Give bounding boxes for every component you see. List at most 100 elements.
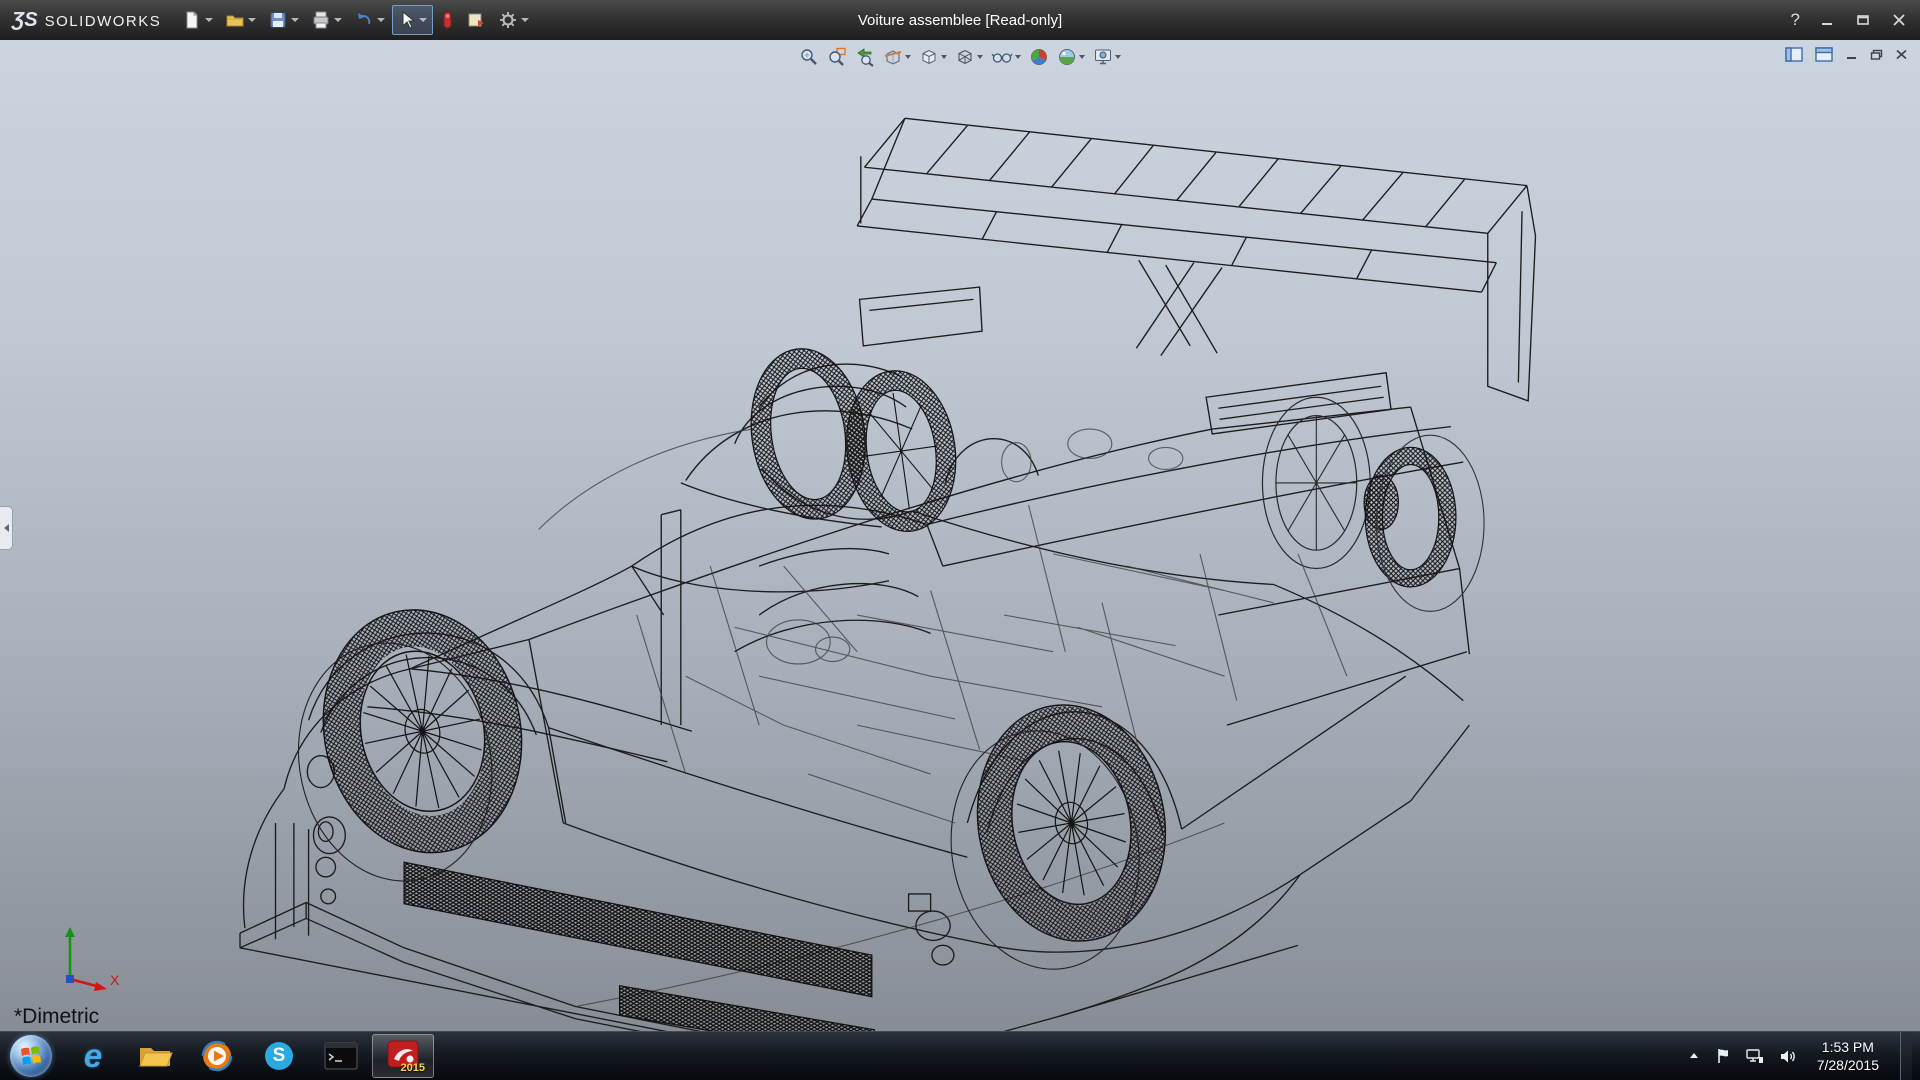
select-cursor-button[interactable] [392, 5, 433, 35]
edit-appearance-button[interactable] [1027, 45, 1051, 69]
chevron-down-icon [1015, 55, 1021, 59]
open-folder-icon [225, 10, 245, 30]
edit-appearance-icon [1029, 47, 1049, 67]
taskbar-item-internet-explorer[interactable]: e [62, 1032, 124, 1080]
chevron-down-icon [419, 18, 427, 22]
show-hidden-icons-button[interactable] [1687, 1050, 1701, 1062]
title-bar: ƷS SOLIDWORKS [0, 0, 1920, 40]
triad-x-label: X [110, 972, 120, 988]
undo-icon [354, 10, 374, 30]
chevron-down-icon [941, 55, 947, 59]
options-button[interactable] [493, 5, 534, 35]
chevron-down-icon [334, 18, 342, 22]
save-icon [268, 10, 288, 30]
title-right-controls: ? [1791, 10, 1920, 30]
network-icon[interactable] [1746, 1049, 1764, 1064]
view-orientation-button[interactable] [917, 45, 949, 69]
section-view-button[interactable] [881, 45, 913, 69]
rebuild-button[interactable] [435, 5, 459, 35]
view-orientation-cube-icon [919, 47, 939, 67]
minimize-button[interactable] [1820, 14, 1834, 26]
chevron-down-icon [905, 55, 911, 59]
chevron-down-icon [1115, 55, 1121, 59]
close-button[interactable] [1892, 14, 1906, 26]
windows-flag-icon [20, 1045, 42, 1067]
show-display-pane-icon[interactable] [1815, 47, 1833, 62]
open-button[interactable] [220, 5, 261, 35]
dassault-logo-icon: ƷS [12, 9, 38, 32]
file-properties-icon [466, 10, 486, 30]
clock-time: 1:53 PM [1822, 1038, 1874, 1056]
previous-view-button[interactable] [853, 45, 877, 69]
previous-view-icon [855, 47, 875, 67]
skype-s-glyph: S [273, 1045, 286, 1067]
select-cursor-icon [398, 10, 416, 30]
options-gear-icon [498, 10, 518, 30]
solidworks-window: ƷS SOLIDWORKS [0, 0, 1920, 1080]
solidworks-brand: ƷS SOLIDWORKS [0, 9, 177, 32]
help-button[interactable]: ? [1791, 10, 1800, 30]
new-document-icon [182, 10, 202, 30]
solidworks-version-badge: 2015 [401, 1062, 425, 1074]
apply-scene-button[interactable] [1055, 45, 1087, 69]
wireframe-race-car-model[interactable] [0, 40, 1920, 1031]
taskbar-clock[interactable]: 1:53 PM 7/28/2015 [1811, 1038, 1885, 1074]
show-feature-pane-icon[interactable] [1785, 47, 1803, 62]
view-orientation-label: *Dimetric [14, 1005, 99, 1029]
view-settings-icon [1093, 47, 1113, 67]
view-settings-button[interactable] [1091, 45, 1123, 69]
window-controls [1820, 14, 1906, 26]
chevron-down-icon [377, 18, 385, 22]
chevron-down-icon [1079, 55, 1085, 59]
taskbar-item-skype[interactable]: S [248, 1032, 310, 1080]
volume-icon[interactable] [1779, 1049, 1796, 1064]
action-center-flag-icon[interactable] [1716, 1048, 1731, 1064]
heads-up-view-toolbar [797, 45, 1123, 69]
zoom-to-fit-button[interactable] [797, 45, 821, 69]
display-style-icon [955, 47, 975, 67]
section-view-icon [883, 47, 903, 67]
windows-start-orb-icon [10, 1035, 52, 1077]
hide-show-items-button[interactable] [989, 45, 1023, 69]
file-properties-button[interactable] [461, 5, 491, 35]
internet-explorer-icon: e [84, 1037, 102, 1075]
clock-date: 7/28/2015 [1817, 1056, 1879, 1074]
system-tray: 1:53 PM 7/28/2015 [1687, 1032, 1920, 1080]
start-button[interactable] [0, 1032, 62, 1080]
document-minimize-button[interactable] [1845, 49, 1858, 60]
chevron-down-icon [291, 18, 299, 22]
zoom-to-fit-icon [799, 47, 819, 67]
show-desktop-button[interactable] [1900, 1032, 1912, 1080]
window-title: Voiture assemblee [Read-only] [858, 12, 1062, 29]
hide-show-items-icon [991, 47, 1013, 67]
main-toolbar [177, 5, 534, 35]
windows-taskbar: e S [0, 1031, 1920, 1080]
apply-scene-icon [1057, 47, 1077, 67]
document-restore-button[interactable] [1870, 49, 1883, 60]
maximize-button[interactable] [1856, 14, 1870, 26]
print-button[interactable] [306, 5, 347, 35]
undo-button[interactable] [349, 5, 390, 35]
taskbar-item-solidworks-2015[interactable]: 2015 [372, 1034, 434, 1078]
taskbar-item-command-prompt[interactable] [310, 1032, 372, 1080]
display-style-button[interactable] [953, 45, 985, 69]
taskbar-item-media-player[interactable] [186, 1032, 248, 1080]
command-prompt-icon [324, 1042, 358, 1070]
chevron-down-icon [977, 55, 983, 59]
print-icon [311, 10, 331, 30]
document-close-button[interactable] [1895, 49, 1908, 60]
media-player-icon [201, 1040, 233, 1072]
new-document-button[interactable] [177, 5, 218, 35]
save-button[interactable] [263, 5, 304, 35]
graphics-viewport[interactable]: X *Dimetric [0, 40, 1920, 1031]
chevron-left-icon [4, 524, 9, 532]
rebuild-icon [440, 10, 454, 30]
brand-name: SOLIDWORKS [45, 13, 162, 30]
feature-manager-collapse-tab[interactable] [0, 506, 13, 550]
document-window-controls [1785, 47, 1908, 62]
reference-triad: X [30, 919, 120, 997]
taskbar-item-windows-explorer[interactable] [124, 1032, 186, 1080]
zoom-to-area-button[interactable] [825, 45, 849, 69]
windows-explorer-icon [137, 1041, 173, 1071]
chevron-down-icon [521, 18, 529, 22]
